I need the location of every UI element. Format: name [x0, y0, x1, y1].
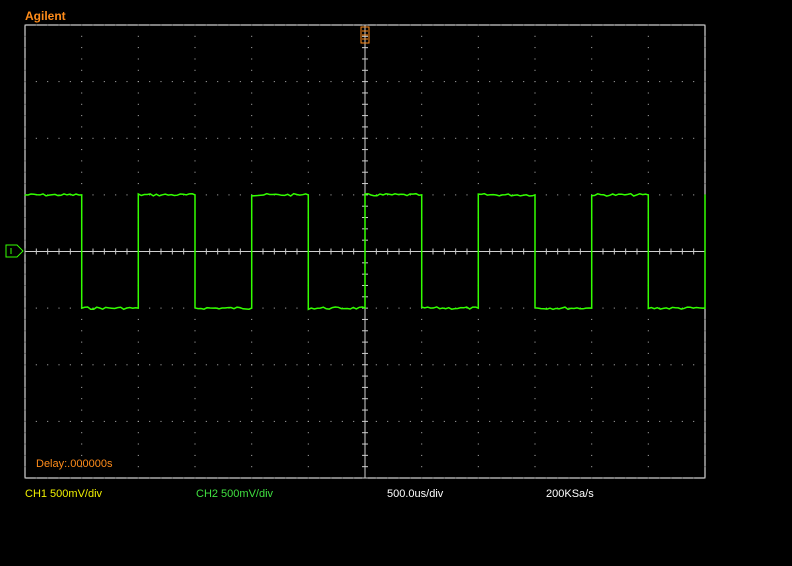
ch-ground-marker-icon[interactable] [5, 244, 24, 258]
delay-readout: Delay:.000000s [36, 458, 113, 470]
oscilloscope-display [5, 24, 706, 479]
timebase-label: 500.0us/div [387, 488, 444, 500]
brand-logo: Agilent [25, 9, 66, 23]
ch2-scale-label: CH2 500mV/div [196, 488, 274, 500]
sample-rate-label: 200KSa/s [546, 488, 594, 500]
ch1-scale-label: CH1 500mV/div [25, 488, 103, 500]
